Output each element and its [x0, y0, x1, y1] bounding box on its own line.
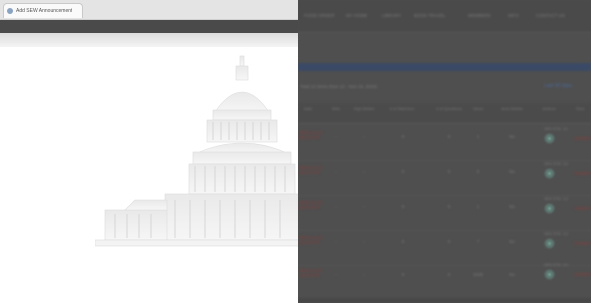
col-auto-relists[interactable]: Auto-Relists	[494, 106, 530, 111]
col-watchers[interactable]: # of Watchers	[386, 106, 418, 111]
row-eta: SEE ETA: 1/1	[544, 196, 569, 201]
row-auto-relists: No	[509, 239, 515, 244]
row-high-bidder: --	[362, 272, 366, 277]
row-order-link[interactable]: ORDER	[574, 171, 590, 176]
browser-toolbar	[0, 20, 298, 33]
row-views: 0	[476, 169, 480, 174]
row-views: 1	[476, 204, 480, 209]
row-questions: 0	[447, 134, 451, 139]
row-auto-relists: No	[509, 272, 515, 277]
page-bottom-edge	[298, 298, 591, 303]
circle-action-icon[interactable]	[545, 169, 554, 178]
col-date[interactable]: Date	[300, 106, 316, 111]
row-views: 7	[476, 239, 480, 244]
row-bids: --	[334, 169, 338, 174]
row-high-bidder: --	[362, 169, 366, 174]
nav-item-library[interactable]: LIBRARY	[382, 13, 401, 18]
row-bids: --	[334, 239, 338, 244]
row-watchers: 0	[401, 204, 405, 209]
nav-item-members[interactable]: MEMBERS	[468, 13, 491, 18]
row-bids: --	[334, 134, 338, 139]
row-watchers: 0	[401, 134, 405, 139]
row-high-bidder: --	[362, 204, 366, 209]
browser-tab-title: Add SEW Announcement	[16, 8, 73, 14]
col-views[interactable]: Views	[468, 106, 488, 111]
blurred-page-content: FOOD ORDER MY HOME LIBRARY BOOK TRAVEL M…	[298, 0, 591, 303]
nav-item-food-order[interactable]: FOOD ORDER	[304, 13, 335, 18]
browser-tab[interactable]: Add SEW Announcement	[3, 3, 83, 18]
col-questions[interactable]: # of Questions	[432, 106, 466, 111]
row-order-link[interactable]: ORDER	[574, 206, 590, 211]
row-eta: SEE ETA: 1/1	[544, 126, 569, 131]
row-eta: SEE ETA: 1/1	[544, 231, 569, 236]
circle-action-icon[interactable]	[545, 239, 554, 248]
favicon-icon	[7, 8, 13, 14]
nav-item-info[interactable]: INFO	[508, 13, 519, 18]
row-watchers: 0	[401, 169, 405, 174]
row-auto-relists: No	[509, 169, 515, 174]
circle-action-icon[interactable]	[545, 134, 554, 143]
nav-item-my-home[interactable]: MY HOME	[346, 13, 367, 18]
row-views: 1	[476, 134, 480, 139]
table-row[interactable]: 2024-11-15 08:40 PST -- -- 0 0 1 No SEE …	[298, 194, 591, 231]
row-eta: SEE ETA: 1/1	[544, 161, 569, 166]
row-high-bidder: --	[362, 134, 366, 139]
row-questions: 0	[447, 272, 451, 277]
browser-tab-strip: Add SEW Announcement	[0, 0, 298, 20]
col-time: Time	[575, 106, 585, 111]
row-order-link[interactable]: ORDER	[574, 136, 590, 141]
row-questions: 0	[447, 169, 451, 174]
row-order-link[interactable]: ORDER	[574, 272, 590, 277]
table-row[interactable]: 2024-11-13 10:21 PST -- -- 0 0 0 No SEE …	[298, 159, 591, 196]
row-date[interactable]: 2024-11-12 09:13 PST	[299, 130, 323, 140]
nav-item-book-travel[interactable]: BOOK TRAVEL	[414, 13, 445, 18]
row-order-link[interactable]: ORDER	[574, 241, 590, 246]
table-row[interactable]: 2024-11-22 13:30 PST -- -- 0 0 1028 No S…	[298, 262, 591, 299]
left-browser-window: Add SEW Announcement	[0, 0, 298, 303]
row-questions: 0	[447, 239, 451, 244]
row-auto-relists: No	[509, 134, 515, 139]
section-header-band	[298, 63, 591, 71]
table-row[interactable]: 2024-11-12 09:13 PST -- -- 0 0 1 No SEE …	[298, 124, 591, 161]
right-browser-window-dimmed: FOOD ORDER MY HOME LIBRARY BOOK TRAVEL M…	[298, 0, 591, 303]
table-row[interactable]: 2024-11-19 11:02 PST -- -- 0 0 7 No SEE …	[298, 229, 591, 266]
row-high-bidder: --	[362, 239, 366, 244]
row-bids: --	[334, 272, 338, 277]
row-date[interactable]: 2024-11-22 13:30 PST	[299, 268, 323, 278]
row-watchers: 0	[401, 239, 405, 244]
date-range-link[interactable]: Last 60 days	[544, 83, 572, 89]
row-watchers: 0	[401, 272, 405, 277]
row-date[interactable]: 2024-11-19 11:02 PST	[299, 235, 323, 245]
row-eta: SEE ETA: 1/1	[544, 262, 569, 267]
row-questions: 0	[447, 204, 451, 209]
table-header: Date Bids High Bidder # of Watchers # of…	[298, 103, 591, 124]
top-navigation: FOOD ORDER MY HOME LIBRARY BOOK TRAVEL M…	[298, 0, 591, 33]
row-date[interactable]: 2024-11-13 10:21 PST	[299, 165, 323, 175]
row-date[interactable]: 2024-11-15 08:40 PST	[299, 200, 323, 210]
summary-text: Total 12 items (Nov 12 - Nov 24, 2024)	[300, 84, 378, 89]
circle-action-icon[interactable]	[545, 204, 554, 213]
col-actions: Actions	[542, 106, 556, 111]
col-high-bidder[interactable]: High Bidder	[353, 106, 375, 111]
toolbar-divider	[0, 33, 298, 47]
row-auto-relists: No	[509, 204, 515, 209]
col-bids[interactable]: Bids	[328, 106, 344, 111]
nav-item-contact-us[interactable]: CONTACT US	[536, 13, 565, 18]
capitol-building-image	[95, 55, 298, 247]
circle-action-icon[interactable]	[545, 270, 554, 279]
row-bids: --	[334, 204, 338, 209]
row-views: 1028	[472, 272, 483, 277]
